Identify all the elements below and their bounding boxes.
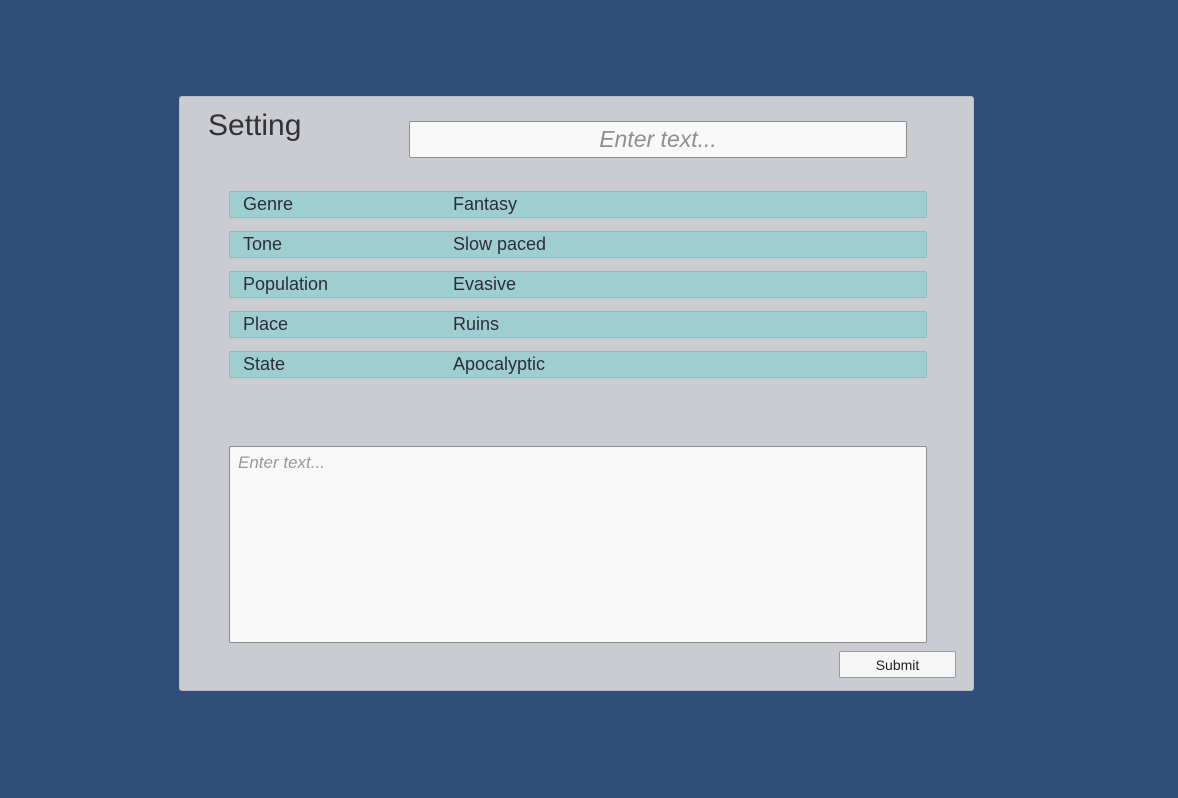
row-value: Slow paced: [453, 234, 547, 254]
setting-row-state[interactable]: State Apocalyptic: [229, 351, 927, 378]
row-value: Evasive: [453, 274, 517, 294]
row-key: State: [243, 354, 286, 374]
row-key: Genre: [243, 194, 294, 214]
setting-row-place[interactable]: Place Ruins: [229, 311, 927, 338]
row-key: Tone: [243, 234, 283, 254]
setting-rows-list: Genre Fantasy Tone Slow paced Population…: [229, 191, 927, 391]
row-key: Place: [243, 314, 289, 334]
description-textarea[interactable]: [229, 446, 927, 643]
panel-title: Setting: [208, 109, 302, 142]
submit-button[interactable]: Submit: [839, 651, 956, 678]
setting-row-genre[interactable]: Genre Fantasy: [229, 191, 927, 218]
row-key: Population: [243, 274, 329, 294]
setting-row-population[interactable]: Population Evasive: [229, 271, 927, 298]
row-value: Ruins: [453, 314, 500, 334]
setting-name-input[interactable]: [409, 121, 907, 158]
row-value: Apocalyptic: [453, 354, 546, 374]
setting-row-tone[interactable]: Tone Slow paced: [229, 231, 927, 258]
row-value: Fantasy: [453, 194, 518, 214]
setting-panel: Setting Genre Fantasy Tone Slow paced Po…: [179, 96, 974, 691]
